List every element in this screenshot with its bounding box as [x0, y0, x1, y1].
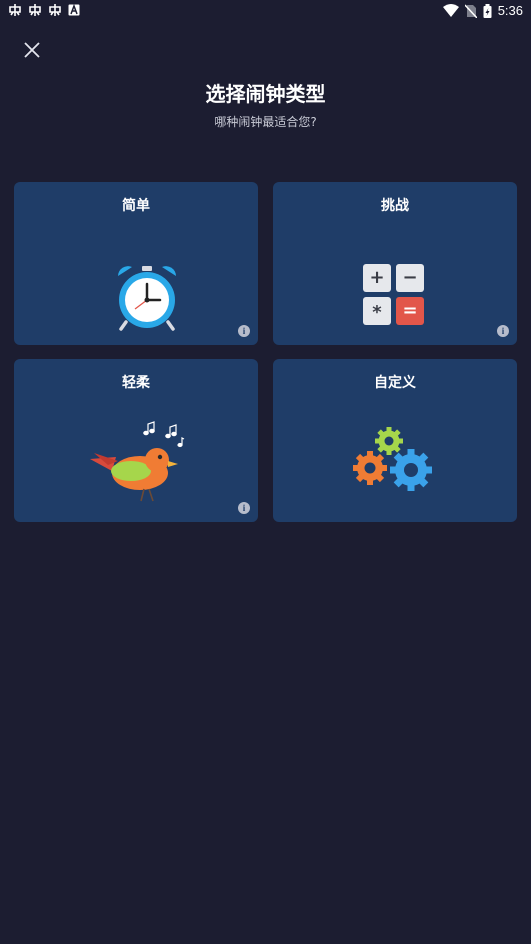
notification-icon — [9, 4, 21, 16]
blue-gear — [390, 449, 432, 491]
a-letter-icon — [68, 4, 80, 16]
singing-bird-icon — [90, 421, 185, 502]
green-gear — [375, 427, 403, 455]
alarm-type-card-custom[interactable]: 自定义 — [273, 359, 517, 522]
status-left-icons — [8, 3, 80, 17]
page-subtitle: 哪种闹钟最适合您? — [214, 115, 317, 129]
status-bar: 5:36 — [0, 0, 531, 22]
close-icon — [24, 42, 40, 58]
notification-icon — [29, 4, 41, 16]
alarm-type-card-challenge[interactable]: 挑战 + − * = i — [273, 182, 517, 345]
battery-charging-icon — [483, 3, 492, 18]
card-label-gentle: 轻柔 — [122, 375, 150, 391]
card-label-simple: 简单 — [122, 198, 150, 214]
music-notes-icon — [143, 421, 185, 448]
alarm-type-card-simple[interactable]: 简单 i — [14, 182, 258, 345]
info-icon[interactable]: i — [497, 325, 509, 337]
gears-icon — [353, 427, 432, 491]
close-button[interactable] — [20, 38, 44, 62]
status-time: 5:36 — [497, 3, 523, 18]
page-title: 选择闹钟类型 — [205, 82, 326, 106]
info-icon[interactable]: i — [238, 502, 250, 514]
calculator-icon: + − * = — [363, 264, 427, 328]
orange-gear — [353, 451, 387, 485]
status-right-icons: 5:36 — [442, 3, 523, 18]
calculator-key-equals: = — [396, 297, 424, 325]
calculator-key-minus: − — [396, 264, 424, 292]
card-label-challenge: 挑战 — [381, 198, 409, 214]
no-sim-icon — [464, 3, 477, 18]
info-icon[interactable]: i — [238, 325, 250, 337]
alarm-type-card-gentle[interactable]: 轻柔 i — [14, 359, 258, 522]
notification-icon — [49, 4, 61, 16]
calculator-key-multiply: * — [363, 297, 391, 325]
wifi-icon — [442, 4, 459, 17]
calculator-key-plus: + — [363, 264, 391, 292]
alarm-clock-icon — [118, 266, 176, 331]
card-label-custom: 自定义 — [374, 375, 416, 391]
